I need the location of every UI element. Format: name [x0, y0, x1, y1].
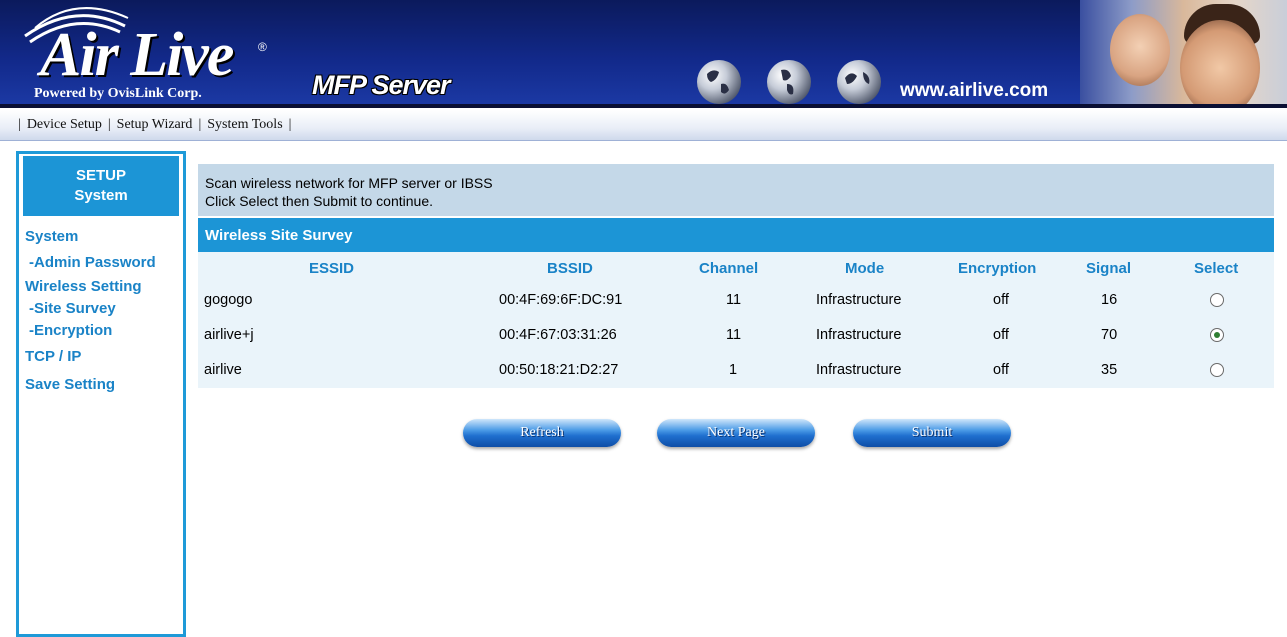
header-photo — [1080, 0, 1287, 108]
top-menu: | Device Setup | Setup Wizard | System Tools | — [0, 110, 1287, 141]
sidebar-item-tcp-ip[interactable]: TCP / IP — [25, 348, 81, 365]
table-cell-bssid: 00:50:18:21:D2:27 — [499, 362, 619, 378]
site-survey-table: ESSID BSSID Channel Mode Encryption Sign… — [198, 252, 1274, 388]
sidebar-item-admin-password[interactable]: -Admin Password — [29, 254, 156, 271]
table-cell-channel: 11 — [726, 327, 742, 343]
table-cell-essid: gogogo — [204, 292, 253, 308]
logo: Air Live — [40, 21, 234, 89]
table-cell-bssid: 00:4F:67:03:31:26 — [499, 327, 617, 343]
powered-by-text: Powered by OvisLink Corp. — [34, 86, 202, 101]
section-title-bar: Wireless Site Survey — [198, 218, 1274, 252]
next-page-button[interactable]: Next Page — [657, 419, 815, 447]
instruction-line-1: Scan wireless network for MFP server or … — [205, 175, 493, 191]
website-url: www.airlive.com — [900, 80, 1049, 101]
sidebar-header: SETUP System — [23, 156, 179, 216]
sidebar: SETUP System System -Admin Password Wire… — [16, 151, 186, 637]
sidebar-item-site-survey[interactable]: -Site Survey — [29, 300, 116, 317]
sidebar-item-system[interactable]: System — [25, 228, 78, 245]
table-cell-mode: Infrastructure — [816, 362, 902, 378]
menu-setup-wizard[interactable]: Setup Wizard — [117, 117, 193, 132]
table-cell-mode: Infrastructure — [816, 327, 902, 343]
table-cell-encryption: off — [993, 292, 1009, 308]
table-cell-signal: 16 — [1101, 292, 1118, 308]
table-cell-mode: Infrastructure — [816, 292, 902, 308]
select-radio[interactable] — [1210, 293, 1224, 307]
column-header-bssid: BSSID — [547, 260, 593, 277]
submit-button[interactable]: Submit — [853, 419, 1011, 447]
table-cell-channel: 1 — [729, 362, 738, 378]
sidebar-item-wireless-setting[interactable]: Wireless Setting — [25, 278, 142, 295]
globe-icon — [767, 60, 811, 104]
table-cell-essid: airlive+j — [204, 327, 254, 343]
sidebar-header-title: SETUP — [75, 167, 126, 184]
section-title: Wireless Site Survey — [205, 227, 353, 244]
column-header-essid: ESSID — [309, 260, 355, 277]
product-name: MFP Server — [312, 70, 451, 100]
table-cell-channel: 11 — [726, 292, 742, 308]
header-banner: Air Live ® Powered by OvisLink Corp. MFP… — [0, 0, 1287, 108]
instruction-box: Scan wireless network for MFP server or … — [198, 164, 1274, 216]
table-cell-bssid: 00:4F:69:6F:DC:91 — [499, 292, 623, 308]
sidebar-item-save-setting[interactable]: Save Setting — [25, 376, 115, 393]
table-cell-signal: 70 — [1101, 327, 1118, 343]
table-cell-encryption: off — [993, 362, 1009, 378]
select-radio[interactable] — [1210, 328, 1224, 342]
column-header-mode: Mode — [845, 260, 885, 277]
globe-icon — [837, 60, 881, 104]
sidebar-item-encryption[interactable]: -Encryption — [29, 322, 112, 339]
column-header-select: Select — [1194, 260, 1239, 277]
instruction-line-2: Click Select then Submit to continue. — [205, 193, 434, 209]
column-header-encryption: Encryption — [958, 260, 1037, 277]
menu-device-setup[interactable]: Device Setup — [27, 117, 102, 132]
table-cell-essid: airlive — [204, 362, 242, 378]
column-header-channel: Channel — [699, 260, 759, 277]
sidebar-header-subtitle: System — [74, 187, 128, 204]
select-radio[interactable] — [1210, 363, 1224, 377]
menu-system-tools[interactable]: System Tools — [207, 117, 282, 132]
table-cell-signal: 35 — [1101, 362, 1118, 378]
logo-registered-mark: ® — [258, 40, 267, 54]
column-header-signal: Signal — [1086, 260, 1132, 277]
table-cell-encryption: off — [993, 327, 1009, 343]
globe-icon — [697, 60, 741, 104]
refresh-button[interactable]: Refresh — [463, 419, 621, 447]
